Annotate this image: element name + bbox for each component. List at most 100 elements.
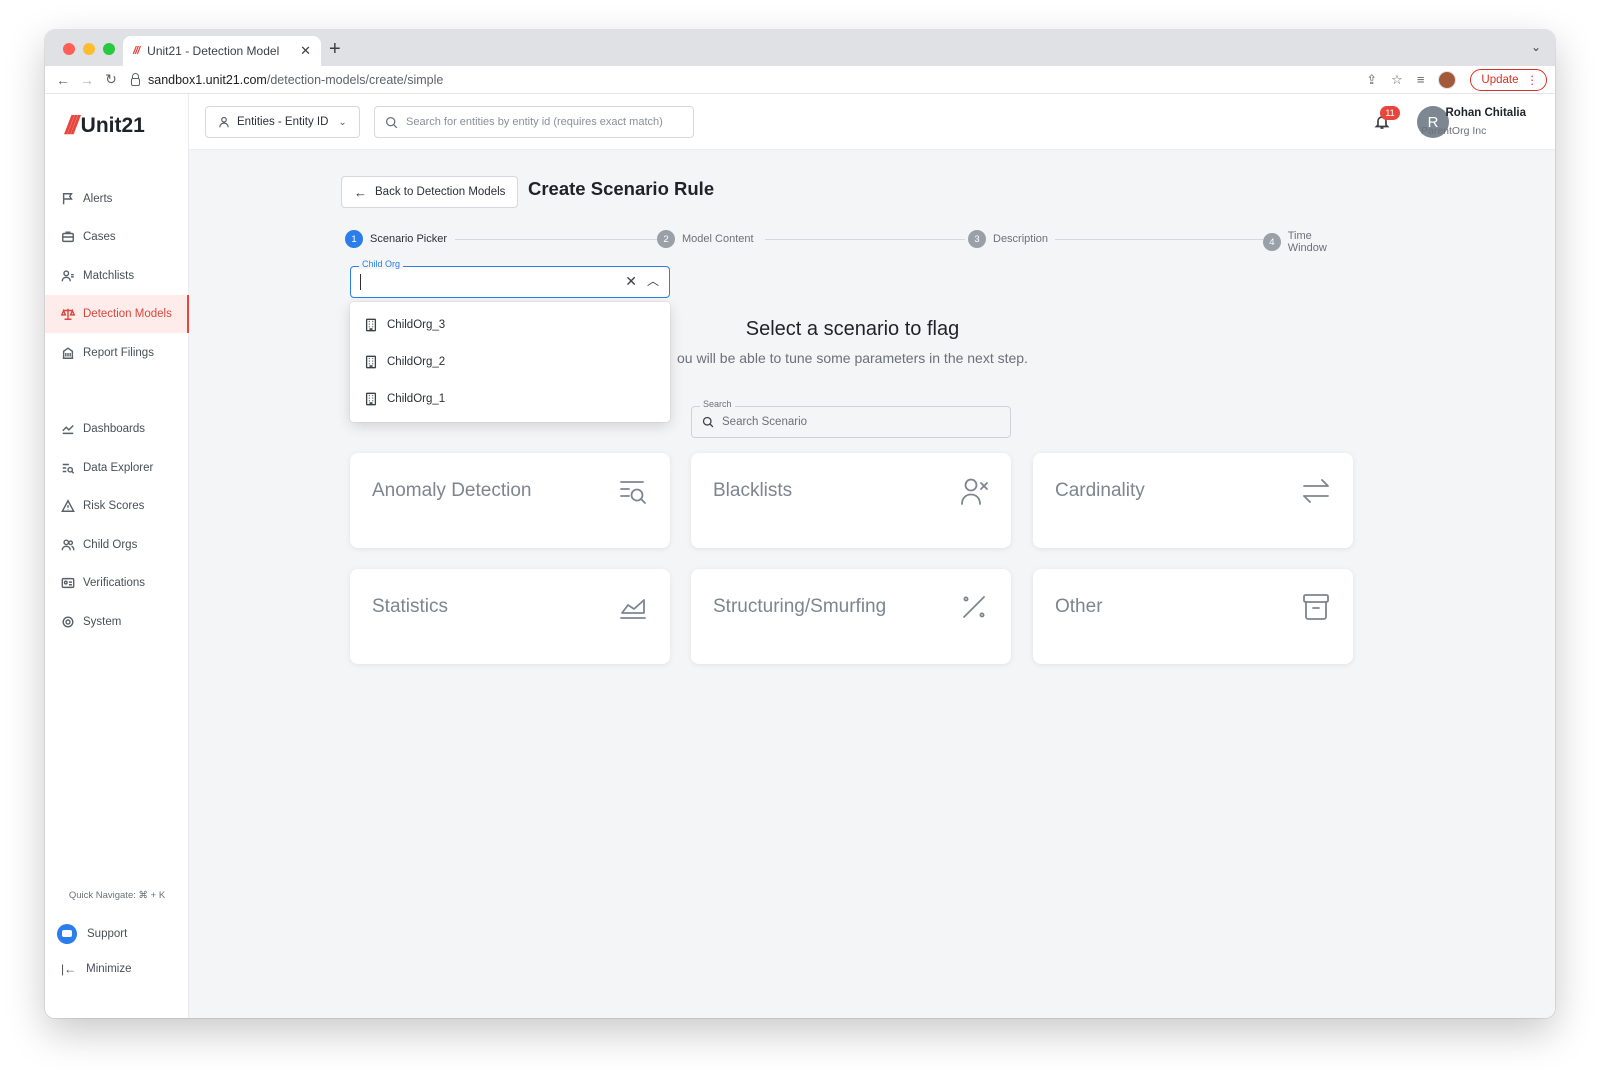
briefcase-icon <box>62 231 74 243</box>
sidebar-item-verifications[interactable]: Verifications <box>45 564 189 602</box>
update-button[interactable]: Update ⋮ <box>1470 68 1547 91</box>
minimize-sidebar-button[interactable]: |← Minimize <box>61 962 132 976</box>
brand-name: Unit21 <box>80 113 145 137</box>
scenario-card-other[interactable]: Other <box>1033 569 1353 664</box>
sidebar-item-label: Dashboards <box>83 423 146 435</box>
clear-icon[interactable]: ✕ <box>625 273 637 290</box>
search-icon <box>385 116 398 128</box>
app-root: /// Unit21 Alerts Cases Matchlists Detec… <box>45 94 1555 1018</box>
close-tab-icon[interactable]: ✕ <box>300 43 311 59</box>
stepper: 1 Scenario Picker 2 Model Content 3 Desc… <box>345 230 1359 254</box>
update-label: Update <box>1481 73 1519 86</box>
maximize-window-button[interactable] <box>103 43 115 55</box>
tab-search-chevron-icon[interactable]: ⌄ <box>1531 40 1541 54</box>
user-list-icon <box>61 270 74 282</box>
share-icon[interactable]: ⇪ <box>1366 72 1377 88</box>
sidebar-item-label: Matchlists <box>83 270 135 282</box>
text-cursor <box>360 274 361 290</box>
sidebar-item-label: Detection Models <box>83 308 172 320</box>
sidebar-item-report-filings[interactable]: Report Filings <box>45 334 189 372</box>
building-icon <box>62 347 74 359</box>
gear-icon <box>62 616 74 628</box>
scenario-search-label: Search <box>700 399 735 409</box>
quick-navigate-hint: Quick Navigate: ⌘ + K <box>68 890 166 901</box>
back-to-detection-models-button[interactable]: ← Back to Detection Models <box>341 176 519 208</box>
scenario-card-statistics[interactable]: Statistics <box>350 569 670 664</box>
sidebar-item-label: Data Explorer <box>83 462 154 474</box>
child-org-select[interactable]: Child Org ✕ ︿ <box>350 259 670 298</box>
child-org-option[interactable]: ChildOrg_2 <box>350 343 670 380</box>
collapse-left-icon: |← <box>61 962 77 976</box>
lock-icon <box>131 72 140 86</box>
notifications-button[interactable]: 11 <box>1374 106 1400 135</box>
sidebar-item-alerts[interactable]: Alerts <box>45 180 189 218</box>
bookmark-star-icon[interactable]: ☆ <box>1391 72 1403 88</box>
notification-badge: 11 <box>1380 106 1400 120</box>
sidebar-item-label: Risk Scores <box>83 500 145 512</box>
scenario-card-cardinality[interactable]: Cardinality <box>1033 453 1353 548</box>
sidebar-item-cases[interactable]: Cases <box>45 218 189 256</box>
option-label: ChildOrg_2 <box>387 355 446 368</box>
step-number: 2 <box>657 230 675 248</box>
child-org-option[interactable]: ChildOrg_1 <box>350 380 670 417</box>
chevron-up-icon[interactable]: ︿ <box>647 272 659 289</box>
support-button[interactable]: Support <box>57 924 127 944</box>
step-scenario-picker: 1 Scenario Picker <box>345 230 454 248</box>
sidebar-item-detection-models[interactable]: Detection Models <box>45 295 189 333</box>
card-label: Structuring/Smurfing <box>713 596 887 617</box>
child-org-option[interactable]: ChildOrg_3 <box>350 306 670 343</box>
scenario-card-blacklists[interactable]: Blacklists <box>691 453 1011 548</box>
arrows-exchange-icon <box>1303 479 1329 503</box>
new-tab-button[interactable]: + <box>329 38 341 61</box>
chat-icon <box>57 924 77 944</box>
step-description: 3 Description <box>968 230 1055 248</box>
app-topbar: Entities - Entity ID ⌄ 11 R Rohan Chital… <box>189 94 1555 150</box>
browser-tab[interactable]: /// Unit21 - Detection Model ✕ <box>123 36 321 66</box>
user-name[interactable]: Rohan Chitalia <box>1445 107 1526 119</box>
entity-search <box>374 106 694 138</box>
brand-logo[interactable]: /// Unit21 <box>65 110 145 141</box>
reading-list-icon[interactable]: ≡ <box>1417 72 1425 87</box>
window-controls <box>63 43 115 55</box>
area-chart-icon <box>620 599 646 619</box>
sidebar-item-dashboards[interactable]: Dashboards <box>45 410 189 448</box>
reload-icon[interactable]: ↻ <box>99 71 123 88</box>
scenario-search: Search <box>691 399 1011 438</box>
sidebar-item-child-orgs[interactable]: Child Orgs <box>45 526 189 564</box>
sidebar-item-system[interactable]: System <box>45 603 189 641</box>
archive-icon <box>1303 594 1329 620</box>
sidebar-item-matchlists[interactable]: Matchlists <box>45 257 189 295</box>
sidebar-item-label: System <box>83 616 122 628</box>
search-icon <box>702 416 714 428</box>
forward-arrow-icon[interactable]: → <box>75 72 99 88</box>
url-field[interactable]: sandbox1.unit21.com/detection-models/cre… <box>131 72 1366 87</box>
sidebar-item-risk-scores[interactable]: Risk Scores <box>45 487 189 525</box>
back-arrow-icon[interactable]: ← <box>51 72 75 88</box>
profile-avatar[interactable] <box>1438 70 1457 89</box>
percent-icon <box>963 596 985 618</box>
unit21-favicon-icon: /// <box>133 45 140 57</box>
step-label: Scenario Picker <box>370 233 448 245</box>
user-icon <box>219 116 229 128</box>
scenario-card-anomaly-detection[interactable]: Anomaly Detection <box>350 453 670 548</box>
sidebar-item-label: Report Filings <box>83 347 154 359</box>
sidebar-item-data-explorer[interactable]: Data Explorer <box>45 449 189 487</box>
scenario-card-structuring-smurfing[interactable]: Structuring/Smurfing <box>691 569 1011 664</box>
entity-type-select[interactable]: Entities - Entity ID ⌄ <box>205 106 360 138</box>
url-host: sandbox1.unit21.com <box>148 72 267 87</box>
close-window-button[interactable] <box>63 43 75 55</box>
card-label: Cardinality <box>1055 480 1145 501</box>
back-label: Back to Detection Models <box>375 186 506 198</box>
step-connector <box>1055 239 1270 240</box>
step-number: 3 <box>968 230 986 248</box>
chevron-down-icon: ⌄ <box>338 116 347 128</box>
sidebar-item-label: Child Orgs <box>83 539 138 551</box>
step-time-window: 4 Time Window <box>1263 230 1359 254</box>
entity-select-label: Entities - Entity ID <box>237 116 329 128</box>
user-x-icon <box>961 478 988 505</box>
sidebar-item-label: Cases <box>83 231 116 243</box>
tab-title: Unit21 - Detection Model <box>147 44 280 58</box>
entity-search-input[interactable] <box>406 116 686 128</box>
minimize-window-button[interactable] <box>83 43 95 55</box>
scenario-search-input[interactable] <box>722 416 992 428</box>
